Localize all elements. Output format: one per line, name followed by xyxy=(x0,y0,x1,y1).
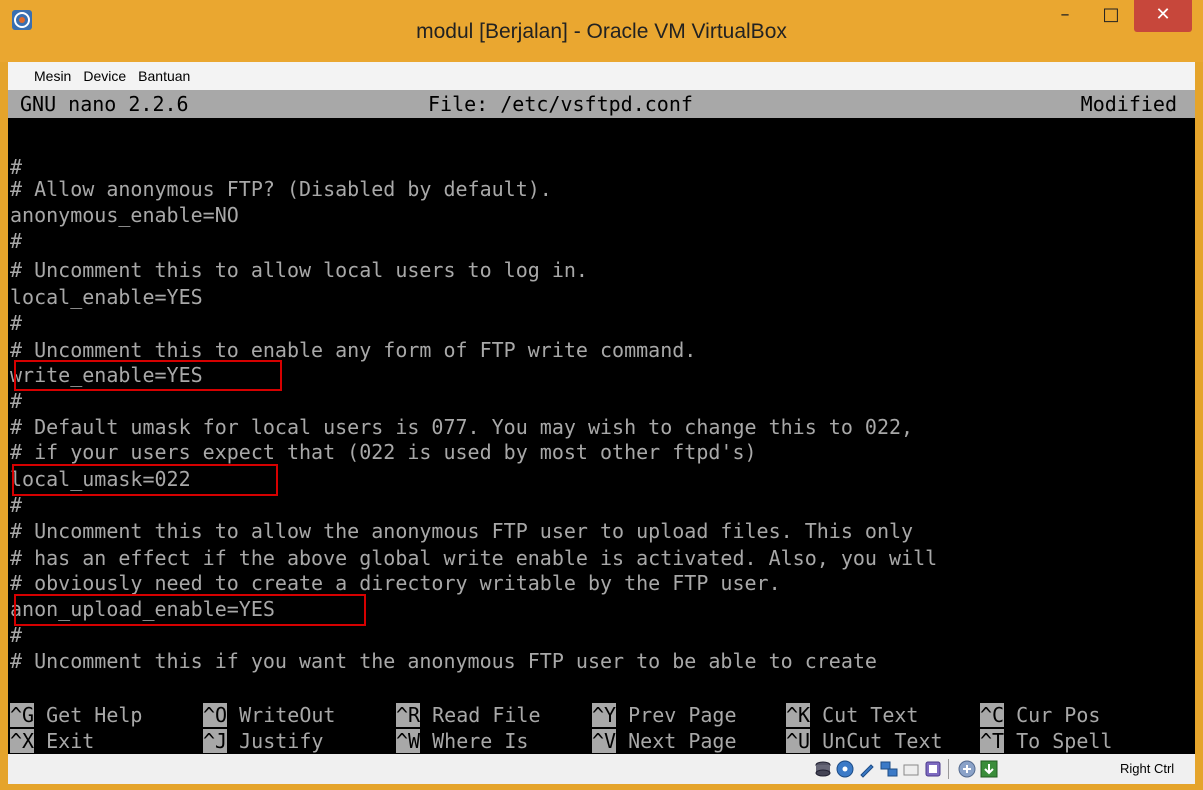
hard-disk-icon[interactable] xyxy=(814,760,832,778)
optical-drive-icon[interactable] xyxy=(836,760,854,778)
window-title: modul [Berjalan] - Oracle VM VirtualBox xyxy=(416,20,787,43)
nano-version: GNU nano 2.2.6 xyxy=(20,92,189,116)
shortcut-label: Prev Page xyxy=(616,703,749,727)
arrow-down-icon[interactable] xyxy=(980,760,998,778)
shortcut-label: Read File xyxy=(420,703,553,727)
shortcut-read-file[interactable]: ^R Read File xyxy=(396,702,553,728)
editor-line: # xyxy=(10,623,23,647)
menu-device[interactable]: Device xyxy=(77,62,132,90)
nano-shortcuts: ^G Get Help ^O WriteOut ^R Read File ^Y … xyxy=(8,702,1195,754)
menu-bar: Mesin Device Bantuan xyxy=(8,62,1195,90)
menu-bantuan[interactable]: Bantuan xyxy=(132,62,196,90)
editor-line: # Uncomment this to allow local users to… xyxy=(10,258,588,282)
host-key-label: Right Ctrl xyxy=(1120,761,1175,776)
editor-line: # has an effect if the above global writ… xyxy=(10,546,938,570)
shortcut-to-spell[interactable]: ^T To Spell xyxy=(980,728,1112,754)
editor-line: anonymous_enable=NO xyxy=(10,203,239,227)
maximize-button[interactable]: □ xyxy=(1089,0,1133,32)
shortcut-key: ^X xyxy=(10,729,35,753)
shortcut-label: Where Is xyxy=(420,729,553,753)
shortcut-key: ^G xyxy=(10,703,35,727)
editor-line: # xyxy=(10,229,23,253)
shortcut-key: ^J xyxy=(203,729,228,753)
shortcut-get-help[interactable]: ^G Get Help xyxy=(10,702,155,728)
title-bar: modul [Berjalan] - Oracle VM VirtualBox … xyxy=(0,0,1203,62)
shortcut-label: Cur Pos xyxy=(1004,703,1101,727)
editor-line: local_enable=YES xyxy=(10,285,203,309)
editor-line: # obviously need to create a directory w… xyxy=(10,571,781,595)
shortcut-cut-text[interactable]: ^K Cut Text xyxy=(786,702,943,728)
shortcut-key: ^U xyxy=(786,729,811,753)
editor-line: # xyxy=(10,389,23,413)
shortcut-key: ^O xyxy=(203,703,228,727)
status-separator xyxy=(948,759,949,779)
shortcut-key: ^T xyxy=(980,729,1005,753)
editor-line: # Default umask for local users is 077. … xyxy=(10,415,914,439)
shortcut-justify[interactable]: ^J Justify xyxy=(203,728,348,754)
shortcut-label: WriteOut xyxy=(227,703,348,727)
shortcut-key: ^Y xyxy=(592,703,617,727)
shortcut-label: To Spell xyxy=(1004,729,1113,753)
shortcut-key: ^W xyxy=(396,729,421,753)
shortcut-where-is[interactable]: ^W Where Is xyxy=(396,728,553,754)
highlight-write-enable xyxy=(14,360,282,391)
shortcut-label: Cut Text xyxy=(810,703,943,727)
shortcut-key: ^V xyxy=(592,729,617,753)
editor-line: # xyxy=(10,493,23,517)
capture-icon[interactable] xyxy=(958,760,976,778)
nano-state: Modified xyxy=(1080,92,1177,116)
usb-icon[interactable] xyxy=(858,760,876,778)
editor-line: # Uncomment this to allow the anonymous … xyxy=(10,519,914,543)
editor-line: # Uncomment this if you want the anonymo… xyxy=(10,649,877,673)
shortcut-key: ^K xyxy=(786,703,811,727)
highlight-anon-upload xyxy=(14,594,366,626)
shortcut-label: UnCut Text xyxy=(810,729,943,753)
shortcut-label: Exit xyxy=(34,729,155,753)
editor-line: # xyxy=(10,311,23,335)
minimize-button[interactable]: – xyxy=(1043,0,1087,32)
status-bar: Right Ctrl xyxy=(8,754,1195,784)
shortcut-writeout[interactable]: ^O WriteOut xyxy=(203,702,348,728)
close-button[interactable]: ✕ xyxy=(1134,0,1192,32)
network-icon[interactable] xyxy=(880,760,898,778)
editor-line: # if your users expect that (022 is used… xyxy=(10,440,757,464)
shortcut-label: Justify xyxy=(227,729,348,753)
shortcut-uncut-text[interactable]: ^U UnCut Text xyxy=(786,728,943,754)
shortcut-exit[interactable]: ^X Exit xyxy=(10,728,155,754)
shortcut-prev-page[interactable]: ^Y Prev Page xyxy=(592,702,749,728)
virtualbox-window: modul [Berjalan] - Oracle VM VirtualBox … xyxy=(0,0,1203,790)
shortcut-cur-pos[interactable]: ^C Cur Pos xyxy=(980,702,1100,728)
display-icon[interactable] xyxy=(924,760,942,778)
shortcut-key: ^C xyxy=(980,703,1005,727)
nano-filename: File: /etc/vsftpd.conf xyxy=(428,92,693,116)
menu-mesin[interactable]: Mesin xyxy=(28,62,77,90)
editor-line: # Allow anonymous FTP? (Disabled by defa… xyxy=(10,177,552,201)
nano-header: GNU nano 2.2.6 File: /etc/vsftpd.conf Mo… xyxy=(8,90,1195,118)
shortcut-label: Next Page xyxy=(616,729,749,753)
highlight-local-umask xyxy=(12,464,278,496)
shortcut-label: Get Help xyxy=(34,703,155,727)
shared-folder-icon[interactable] xyxy=(902,760,920,778)
shortcut-next-page[interactable]: ^V Next Page xyxy=(592,728,749,754)
terminal-screen[interactable]: GNU nano 2.2.6 File: /etc/vsftpd.conf Mo… xyxy=(8,90,1195,754)
shortcut-key: ^R xyxy=(396,703,421,727)
